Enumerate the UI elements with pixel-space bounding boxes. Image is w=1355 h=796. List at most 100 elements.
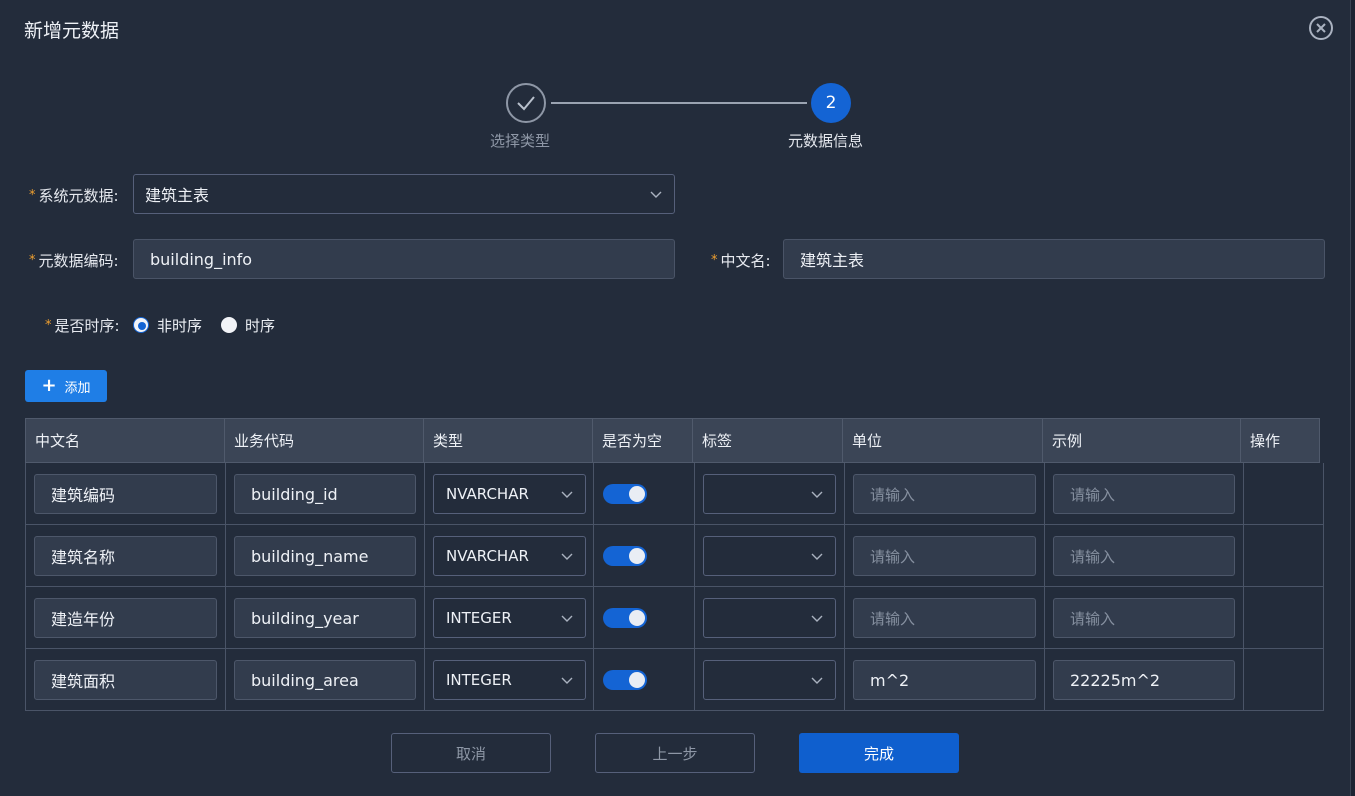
cell-example: 22225m^2: [1045, 649, 1244, 710]
row-example-input[interactable]: 请输入: [1053, 536, 1235, 576]
cancel-button[interactable]: 取消: [391, 733, 551, 773]
step-1-circle: [506, 83, 546, 123]
timeseries-label-text: 是否时序:: [54, 317, 120, 335]
row-type-value: INTEGER: [446, 609, 512, 627]
row-name-value: 建筑面积: [51, 672, 116, 691]
cell-actions: [1244, 649, 1324, 710]
step-2-label: 元数据信息: [788, 132, 864, 150]
row-tag-select[interactable]: [703, 536, 836, 576]
check-icon: [517, 96, 535, 111]
cell-tag: [695, 463, 845, 524]
cell-actions: [1244, 525, 1324, 586]
row-unit-input[interactable]: 请输入: [853, 536, 1036, 576]
row-example-input[interactable]: 请输入: [1053, 474, 1235, 514]
cell-name: 建筑编码: [26, 463, 226, 524]
chevron-down-icon: [811, 677, 823, 684]
cell-unit: 请输入: [845, 525, 1045, 586]
required-mark: *: [711, 253, 718, 268]
row-example-input[interactable]: 请输入: [1053, 598, 1235, 638]
cell-type: INTEGER: [425, 649, 594, 710]
radio-non-timeseries-label[interactable]: 非时序: [157, 315, 202, 336]
table-row: 建筑面积 building_area INTEGER m^2 22225m^2: [25, 649, 1324, 711]
cell-actions: [1244, 587, 1324, 648]
timeseries-label: * 是否时序:: [45, 315, 120, 336]
row-unit-input[interactable]: 请输入: [853, 598, 1036, 638]
row-name-value: 建筑编码: [51, 486, 116, 505]
row-name-input[interactable]: 建筑名称: [34, 536, 217, 576]
cell-code: building_id: [226, 463, 425, 524]
cell-code: building_name: [226, 525, 425, 586]
cell-tag: [695, 525, 845, 586]
radio-timeseries[interactable]: [221, 317, 237, 333]
metadata-dialog: 新增元数据 2 选择类型 元数据信息 * 系统元数据: 建筑主表 * 元数据编码: …: [0, 0, 1351, 796]
row-example-value: 请输入: [1070, 485, 1116, 504]
row-unit-input[interactable]: m^2: [853, 660, 1036, 700]
col-header-example: 示例: [1043, 419, 1241, 463]
nullable-toggle[interactable]: [603, 608, 647, 628]
plus-icon: +: [41, 375, 57, 396]
radio-timeseries-label[interactable]: 时序: [245, 315, 275, 336]
row-tag-select[interactable]: [703, 598, 836, 638]
chevron-down-icon: [561, 677, 573, 684]
nullable-toggle[interactable]: [603, 670, 647, 690]
row-example-value: 22225m^2: [1070, 670, 1161, 690]
col-header-code: 业务代码: [225, 419, 424, 463]
cell-name: 建筑名称: [26, 525, 226, 586]
cell-nullable: [594, 525, 695, 586]
col-header-tag: 标签: [693, 419, 843, 463]
cn-name-input[interactable]: 建筑主表: [783, 239, 1325, 279]
cell-nullable: [594, 463, 695, 524]
nullable-toggle[interactable]: [603, 484, 647, 504]
row-tag-select[interactable]: [703, 474, 836, 514]
row-example-input[interactable]: 22225m^2: [1053, 660, 1235, 700]
col-header-name: 中文名: [26, 419, 225, 463]
cn-name-label-text: 中文名:: [720, 252, 771, 270]
row-name-input[interactable]: 建筑编码: [34, 474, 217, 514]
row-name-input[interactable]: 建筑面积: [34, 660, 217, 700]
row-unit-input[interactable]: 请输入: [853, 474, 1036, 514]
row-name-input[interactable]: 建造年份: [34, 598, 217, 638]
row-code-input[interactable]: building_id: [234, 474, 416, 514]
cn-name-value: 建筑主表: [800, 251, 865, 270]
radio-non-timeseries[interactable]: [133, 317, 149, 333]
row-code-input[interactable]: building_name: [234, 536, 416, 576]
table-row: 建筑编码 building_id NVARCHAR 请输入 请输入: [25, 463, 1324, 525]
meta-code-input[interactable]: building_info: [133, 239, 675, 279]
cell-nullable: [594, 587, 695, 648]
row-type-select[interactable]: INTEGER: [433, 660, 586, 700]
chevron-down-icon: [561, 553, 573, 560]
row-name-value: 建造年份: [51, 610, 116, 629]
row-code-input[interactable]: building_year: [234, 598, 416, 638]
step-2-circle: 2: [811, 83, 851, 123]
finish-button[interactable]: 完成: [799, 733, 959, 773]
row-example-value: 请输入: [1070, 609, 1116, 628]
required-mark: *: [29, 253, 36, 268]
add-button[interactable]: + 添加: [25, 370, 107, 402]
row-unit-value: m^2: [870, 670, 910, 690]
table-row: 建造年份 building_year INTEGER 请输入 请输入: [25, 587, 1324, 649]
row-type-select[interactable]: INTEGER: [433, 598, 586, 638]
nullable-toggle[interactable]: [603, 546, 647, 566]
col-header-type: 类型: [424, 419, 593, 463]
col-header-nullable: 是否为空: [593, 419, 693, 463]
cell-example: 请输入: [1045, 463, 1244, 524]
cell-type: NVARCHAR: [425, 525, 594, 586]
close-button[interactable]: [1309, 16, 1333, 40]
row-code-input[interactable]: building_area: [234, 660, 416, 700]
row-code-value: building_name: [251, 546, 369, 566]
system-meta-select[interactable]: 建筑主表: [133, 174, 675, 214]
row-type-select[interactable]: NVARCHAR: [433, 474, 586, 514]
row-type-select[interactable]: NVARCHAR: [433, 536, 586, 576]
row-code-value: building_area: [251, 670, 359, 690]
cell-type: NVARCHAR: [425, 463, 594, 524]
prev-step-button[interactable]: 上一步: [595, 733, 755, 773]
chevron-down-icon: [811, 491, 823, 498]
row-type-value: NVARCHAR: [446, 485, 529, 503]
step-1-label: 选择类型: [490, 132, 551, 150]
row-code-value: building_year: [251, 608, 359, 628]
chevron-down-icon: [561, 491, 573, 498]
cell-nullable: [594, 649, 695, 710]
row-tag-select[interactable]: [703, 660, 836, 700]
required-mark: *: [29, 188, 36, 203]
chevron-down-icon: [561, 615, 573, 622]
